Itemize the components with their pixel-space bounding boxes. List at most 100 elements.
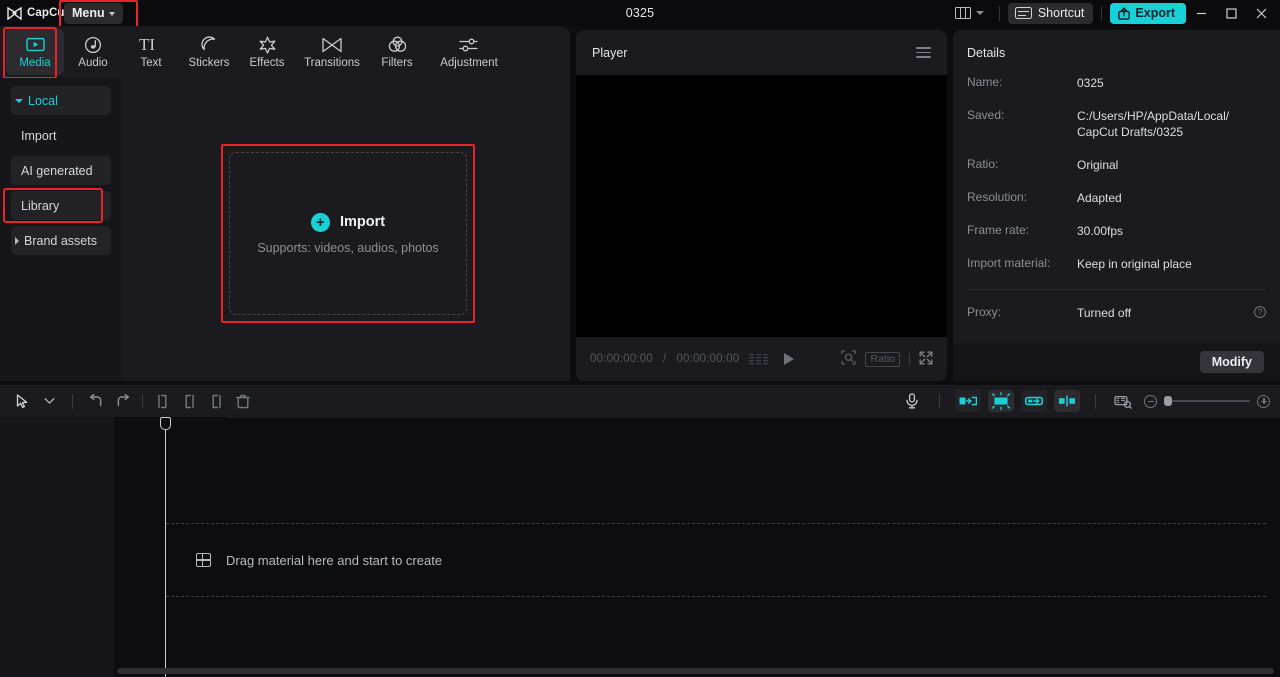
chevron-down-icon[interactable]: [37, 390, 61, 412]
zoom-slider-knob[interactable]: [1164, 396, 1172, 406]
tab-adjustment[interactable]: Adjustment: [426, 29, 512, 75]
minimize-button[interactable]: [1186, 0, 1216, 26]
filters-circles-icon: [388, 35, 407, 54]
zoom-slider-track[interactable]: [1164, 396, 1250, 406]
undo-icon[interactable]: [84, 390, 108, 412]
sidebar-item-brand-assets[interactable]: Brand assets: [11, 226, 111, 255]
media-sidebar: Local Import AI generated Library Brand …: [0, 78, 122, 381]
caret-down-icon: [15, 98, 23, 103]
tab-audio-label: Audio: [78, 57, 108, 69]
export-button[interactable]: Export: [1110, 2, 1186, 24]
player-controls-right: Ratio: [841, 350, 933, 368]
player-time-separator: /: [662, 353, 667, 365]
details-value: Adapted: [1077, 191, 1122, 205]
maximize-button[interactable]: [1216, 0, 1246, 26]
menu-button[interactable]: Menu: [64, 2, 123, 24]
tab-audio[interactable]: Audio: [64, 29, 122, 75]
timeline-toolbar-left: [10, 390, 255, 412]
zoom-in-icon[interactable]: [1257, 394, 1270, 408]
sidebar-library-container: Library: [3, 188, 111, 223]
sidebar-item-ai-generated[interactable]: AI generated: [11, 156, 111, 185]
close-button[interactable]: [1246, 0, 1276, 26]
split-right-icon[interactable]: [204, 390, 228, 412]
tab-stickers-label: Stickers: [188, 57, 230, 69]
shortcut-button[interactable]: Shortcut: [1007, 2, 1094, 24]
tab-text[interactable]: TI Text: [122, 29, 180, 75]
cursor-select-icon[interactable]: [10, 390, 34, 412]
auto-adjust-icon[interactable]: [988, 390, 1014, 412]
sidebar-item-label: Local: [28, 93, 58, 108]
timeline-ruler[interactable]: [228, 417, 1280, 418]
split-clip-icon[interactable]: [1054, 390, 1080, 412]
details-key: Frame rate:: [967, 223, 1030, 237]
sidebar-item-library[interactable]: Library: [11, 191, 111, 220]
question-mark-icon[interactable]: ?: [1254, 306, 1266, 318]
frames-icon[interactable]: [749, 353, 769, 365]
redo-icon[interactable]: [111, 390, 135, 412]
details-key: Resolution:: [967, 190, 1028, 204]
menu-container: Menu: [59, 0, 138, 30]
delete-icon[interactable]: [231, 390, 255, 412]
microphone-icon[interactable]: [900, 390, 924, 412]
keyboard-icon: [1014, 7, 1032, 19]
divider: [967, 289, 1266, 290]
text-ti-icon: TI: [139, 35, 163, 54]
sticker-moon-icon: [200, 35, 218, 54]
tab-transitions[interactable]: Transitions: [296, 29, 368, 75]
link-clip-icon[interactable]: [1021, 390, 1047, 412]
layout-button[interactable]: [948, 7, 991, 19]
player-title: Player: [592, 45, 628, 60]
divider: [72, 393, 73, 409]
upload-icon: [1118, 6, 1131, 20]
details-row-saved: Saved: C:/Users/HP/AppData/Local/ CapCut…: [967, 108, 1266, 140]
sidebar-item-label: AI generated: [21, 163, 93, 178]
details-value: C:/Users/HP/AppData/Local/ CapCut Drafts…: [1077, 109, 1230, 139]
split-left-icon[interactable]: [150, 390, 174, 412]
tab-filters[interactable]: Filters: [368, 29, 426, 75]
tab-stickers[interactable]: Stickers: [180, 29, 238, 75]
playhead-icon[interactable]: [160, 417, 171, 430]
player-current-time: 00:00:00:00: [590, 353, 653, 365]
zoom-out-icon[interactable]: [1144, 394, 1157, 408]
timeline-tracks-area[interactable]: Drag material here and start to create: [114, 417, 1280, 677]
details-panel: Details Name: 0325 Saved: C:/Users/HP/Ap…: [953, 30, 1280, 381]
minimize-icon: [1196, 12, 1206, 14]
transitions-bowtie-icon: [321, 35, 343, 54]
player-controls: 00:00:00:00 / 00:00:00:00 Ratio: [576, 337, 947, 381]
sidebar-item-local[interactable]: Local: [11, 86, 111, 115]
details-row-import-material: Import material: Keep in original place: [967, 256, 1266, 272]
tab-transitions-label: Transitions: [304, 57, 360, 69]
magnify-frame-icon[interactable]: [841, 350, 857, 368]
divider: [1101, 5, 1103, 21]
effects-sparkle-icon: [258, 35, 277, 54]
app-brand-label: CapCut: [27, 7, 69, 19]
export-button-label: Export: [1135, 6, 1175, 20]
timeline-dropzone[interactable]: Drag material here and start to create: [166, 523, 1266, 597]
play-icon[interactable]: [784, 353, 795, 365]
divider: [1095, 393, 1096, 409]
split-icon[interactable]: [177, 390, 201, 412]
modify-button[interactable]: Modify: [1199, 351, 1264, 373]
maximize-icon: [1225, 7, 1237, 19]
caret-right-icon: [15, 236, 19, 245]
sidebar-item-label: Library: [21, 198, 60, 213]
tab-media[interactable]: Media: [6, 29, 64, 75]
film-strip-icon: [195, 552, 212, 568]
keyframe-camera-icon[interactable]: [1111, 390, 1135, 412]
tab-effects[interactable]: Effects: [238, 29, 296, 75]
hamburger-menu-icon[interactable]: [916, 46, 931, 59]
ratio-button[interactable]: Ratio: [865, 351, 900, 367]
fullscreen-icon[interactable]: [919, 351, 933, 368]
auto-cut-icon[interactable]: [955, 390, 981, 412]
details-title: Details: [967, 45, 1006, 60]
sidebar-item-import[interactable]: Import: [11, 121, 111, 150]
details-key: Import material:: [967, 256, 1051, 270]
details-footer: Modify: [953, 343, 1280, 381]
details-row-ratio: Ratio: Original: [967, 157, 1266, 173]
timeline-horizontal-scrollbar[interactable]: [117, 668, 1274, 674]
music-note-icon: [84, 35, 102, 54]
divider: [142, 393, 143, 409]
tab-media-container: Media: [3, 27, 64, 79]
details-row-proxy: Proxy: Turned off ?: [967, 305, 1266, 321]
player-stage[interactable]: [576, 75, 947, 337]
